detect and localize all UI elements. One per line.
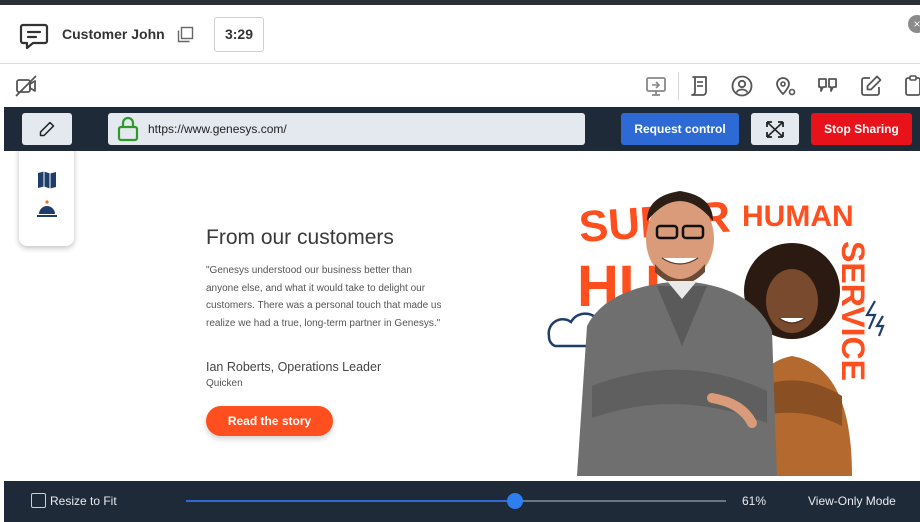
stop-sharing-button[interactable]: Stop Sharing [811, 113, 912, 145]
edit-icon[interactable] [859, 74, 883, 98]
contact-icon[interactable] [730, 74, 754, 98]
quote-company: Quicken [206, 378, 243, 389]
expand-icon [766, 121, 784, 138]
clipboard-icon[interactable] [902, 74, 920, 98]
map-icon[interactable] [37, 171, 57, 189]
customer-quote: "Genesys understood our business better … [206, 265, 442, 329]
url-text: https://www.genesys.com/ [148, 122, 287, 136]
hero-word-service: SERVICE [835, 241, 871, 381]
zoom-slider[interactable] [186, 493, 726, 509]
zoom-value: 61% [742, 494, 767, 508]
resize-to-fit-label: Resize to Fit [50, 494, 117, 508]
page-side-widget [19, 151, 74, 246]
screen-share-bar: https://www.genesys.com/ Request control… [4, 107, 920, 151]
script-icon[interactable] [687, 74, 711, 98]
resize-to-fit-checkbox[interactable] [31, 493, 46, 508]
fullscreen-button[interactable] [751, 113, 799, 145]
chat-icon [19, 23, 49, 50]
screen-share-icon[interactable] [644, 74, 668, 98]
read-story-button[interactable]: Read the story [206, 406, 333, 436]
copy-icon[interactable] [177, 26, 194, 43]
pencil-icon [39, 121, 55, 137]
quote-author: Ian Roberts, Operations Leader [206, 360, 382, 374]
close-icon[interactable]: × [908, 15, 920, 33]
quote-icon[interactable] [816, 74, 840, 98]
zoom-slider-knob[interactable] [507, 493, 523, 509]
view-only-mode-label: View-Only Mode [808, 494, 896, 508]
service-bell-icon[interactable] [36, 199, 58, 219]
no-video-icon[interactable] [14, 74, 38, 98]
customer-name: Customer John [62, 26, 165, 42]
location-icon[interactable] [773, 74, 797, 98]
viewer-footer: Resize to Fit 61% View-Only Mode [4, 481, 920, 522]
hero-illustration: SUPER HUMAN SERVICE HU SU [547, 191, 885, 476]
session-timer: 3:29 [214, 17, 264, 52]
request-control-button[interactable]: Request control [621, 113, 739, 145]
shared-page-view: From our customers "Genesys understood o… [4, 151, 920, 481]
session-header: Customer John 3:29 × [0, 5, 920, 64]
toolbar-divider [678, 72, 679, 100]
lock-icon [117, 116, 139, 142]
hero-word-human: HUMAN [742, 200, 854, 233]
url-bar[interactable]: https://www.genesys.com/ [108, 113, 585, 145]
session-toolbar [0, 65, 920, 107]
page-heading: From our customers [206, 226, 394, 249]
annotate-button[interactable] [22, 113, 72, 145]
zoom-slider-fill [186, 500, 515, 502]
